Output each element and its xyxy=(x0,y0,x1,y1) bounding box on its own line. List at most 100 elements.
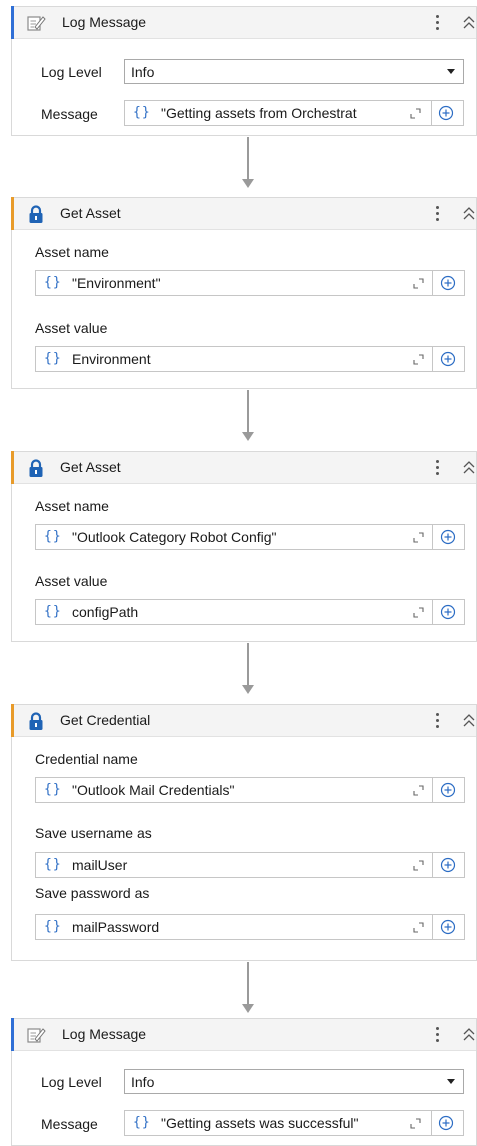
save-password-value: mailPassword xyxy=(72,919,160,935)
selection-accent xyxy=(11,451,14,484)
message-field[interactable]: {} "Getting assets from Orchestrat xyxy=(124,100,464,126)
more-options-icon[interactable] xyxy=(432,708,442,732)
open-editor-icon[interactable] xyxy=(413,354,424,365)
lock-icon xyxy=(28,205,44,224)
save-password-field[interactable]: {} mailPassword xyxy=(35,914,465,940)
message-value: "Getting assets from Orchestrat xyxy=(161,105,357,121)
field-divider xyxy=(431,101,432,125)
asset-name-field[interactable]: {} "Environment" xyxy=(35,270,465,296)
open-editor-icon[interactable] xyxy=(413,785,424,796)
log-message-icon xyxy=(27,1028,46,1043)
expression-braces-icon: {} xyxy=(133,105,151,120)
selection-accent xyxy=(11,6,14,39)
plus-icon[interactable] xyxy=(440,275,456,291)
collapse-icon[interactable] xyxy=(462,460,476,476)
open-editor-icon[interactable] xyxy=(413,860,424,871)
field-divider xyxy=(431,1111,432,1135)
flow-connector xyxy=(247,390,249,432)
dropdown-arrow-icon xyxy=(447,69,455,74)
expression-braces-icon: {} xyxy=(44,919,62,934)
field-divider xyxy=(432,600,433,624)
open-editor-icon[interactable] xyxy=(410,108,421,119)
save-username-field[interactable]: {} mailUser xyxy=(35,852,465,878)
flow-connector xyxy=(247,643,249,685)
activity-get-credential[interactable]: Get Credential Credential name {} "Outlo… xyxy=(11,704,477,961)
plus-icon[interactable] xyxy=(438,105,454,121)
field-divider xyxy=(432,778,433,802)
lock-icon xyxy=(28,459,44,478)
open-editor-icon[interactable] xyxy=(413,607,424,618)
activity-title: Get Asset xyxy=(60,459,121,475)
activity-log-message-1[interactable]: Log Message Log Level Info Message {} "G… xyxy=(11,6,477,136)
save-password-label: Save password as xyxy=(35,885,150,901)
open-editor-icon[interactable] xyxy=(410,1118,421,1129)
flow-arrow-icon xyxy=(242,685,254,694)
log-level-select[interactable]: Info xyxy=(124,59,464,84)
log-level-select[interactable]: Info xyxy=(124,1069,464,1094)
credential-name-label: Credential name xyxy=(35,751,138,767)
asset-name-field[interactable]: {} "Outlook Category Robot Config" xyxy=(35,524,465,550)
collapse-icon[interactable] xyxy=(462,206,476,222)
plus-icon[interactable] xyxy=(440,604,456,620)
collapse-icon[interactable] xyxy=(462,1027,476,1043)
selection-accent xyxy=(11,1018,14,1051)
dropdown-arrow-icon xyxy=(447,1079,455,1084)
expression-braces-icon: {} xyxy=(133,1115,151,1130)
activity-header[interactable]: Get Asset xyxy=(11,451,476,484)
message-label: Message xyxy=(41,1116,98,1132)
activity-get-asset-2[interactable]: Get Asset Asset name {} "Outlook Categor… xyxy=(11,451,477,642)
more-options-icon[interactable] xyxy=(432,201,442,225)
field-divider xyxy=(432,853,433,877)
activity-header[interactable]: Get Credential xyxy=(11,704,476,737)
activity-title: Get Credential xyxy=(60,712,151,728)
more-options-icon[interactable] xyxy=(432,455,442,479)
flow-connector xyxy=(247,962,249,1004)
activity-header[interactable]: Get Asset xyxy=(11,197,476,230)
flow-arrow-icon xyxy=(242,432,254,441)
save-username-value: mailUser xyxy=(72,857,128,873)
plus-icon[interactable] xyxy=(440,857,456,873)
activity-title: Log Message xyxy=(62,14,147,30)
open-editor-icon[interactable] xyxy=(413,278,424,289)
more-options-icon[interactable] xyxy=(432,10,442,34)
flow-connector xyxy=(247,137,249,179)
plus-icon[interactable] xyxy=(440,782,456,798)
field-divider xyxy=(432,915,433,939)
log-level-value: Info xyxy=(131,64,155,80)
asset-name-label: Asset name xyxy=(35,498,109,514)
asset-value-field[interactable]: {} Environment xyxy=(35,346,465,372)
activity-get-asset-1[interactable]: Get Asset Asset name {} "Environment" As… xyxy=(11,197,477,389)
flow-arrow-icon xyxy=(242,1004,254,1013)
plus-icon[interactable] xyxy=(440,529,456,545)
activity-title: Get Asset xyxy=(60,205,121,221)
collapse-icon[interactable] xyxy=(462,713,476,729)
activity-header[interactable]: Log Message xyxy=(11,1018,476,1051)
field-divider xyxy=(432,347,433,371)
field-divider xyxy=(432,271,433,295)
activity-log-message-2[interactable]: Log Message Log Level Info Message {} "G… xyxy=(11,1018,477,1146)
collapse-icon[interactable] xyxy=(462,15,476,31)
asset-value-field[interactable]: {} configPath xyxy=(35,599,465,625)
plus-icon[interactable] xyxy=(438,1115,454,1131)
expression-braces-icon: {} xyxy=(44,604,62,619)
open-editor-icon[interactable] xyxy=(413,922,424,933)
open-editor-icon[interactable] xyxy=(413,532,424,543)
message-label: Message xyxy=(41,106,98,122)
message-value: "Getting assets was successful" xyxy=(161,1115,359,1131)
flow-arrow-icon xyxy=(242,179,254,188)
expression-braces-icon: {} xyxy=(44,529,62,544)
asset-name-value: "Environment" xyxy=(72,275,161,291)
asset-value-value: configPath xyxy=(72,604,139,620)
credential-name-field[interactable]: {} "Outlook Mail Credentials" xyxy=(35,777,465,803)
lock-icon xyxy=(28,712,44,731)
activity-header[interactable]: Log Message xyxy=(11,6,476,39)
field-divider xyxy=(432,525,433,549)
save-username-label: Save username as xyxy=(35,825,152,841)
asset-name-label: Asset name xyxy=(35,244,109,260)
expression-braces-icon: {} xyxy=(44,782,62,797)
plus-icon[interactable] xyxy=(440,919,456,935)
credential-name-value: "Outlook Mail Credentials" xyxy=(72,782,235,798)
more-options-icon[interactable] xyxy=(432,1022,442,1046)
message-field[interactable]: {} "Getting assets was successful" xyxy=(124,1110,464,1136)
plus-icon[interactable] xyxy=(440,351,456,367)
